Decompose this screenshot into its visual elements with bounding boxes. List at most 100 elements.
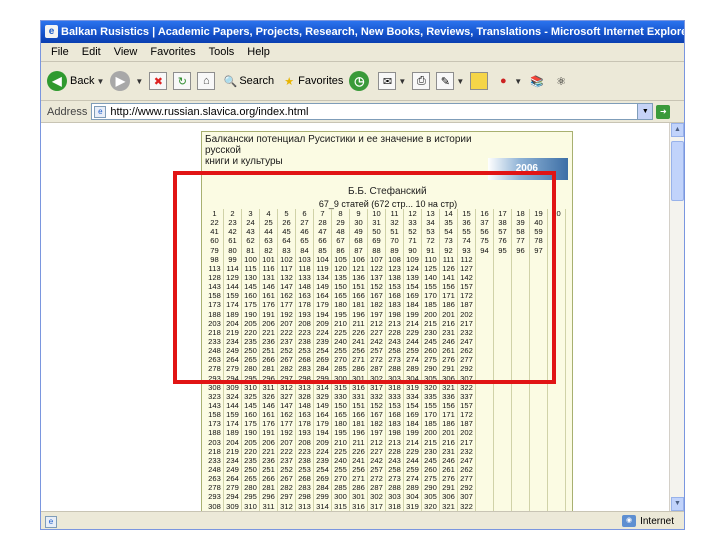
page-link[interactable]: 224 [314,446,332,456]
page-link[interactable]: 286 [350,483,368,493]
page-link[interactable]: 315 [332,501,350,511]
page-link[interactable]: 309 [224,382,242,392]
page-link[interactable]: 307 [458,492,476,502]
page-link[interactable]: 326 [260,391,278,401]
home-button[interactable]: ⌂ [197,72,216,90]
page-link[interactable]: 234 [224,455,242,465]
page-link[interactable]: 253 [296,464,314,475]
page-link[interactable]: 263 [206,474,224,484]
research-button[interactable]: 📚 [528,72,546,90]
page-link[interactable]: 306 [440,492,458,502]
page-link[interactable]: 201 [440,428,458,438]
page-link[interactable]: 239 [314,455,332,465]
page-link[interactable]: 153 [386,400,404,411]
page-link[interactable]: 240 [332,455,350,465]
folder-button[interactable] [470,72,489,90]
menu-tools[interactable]: Tools [209,46,235,58]
page-link[interactable]: 285 [332,483,350,493]
menu-edit[interactable]: Edit [82,46,101,58]
page-link[interactable]: 220 [242,446,260,456]
page-link[interactable]: 309 [224,501,242,511]
page-link[interactable]: 242 [368,455,386,465]
page-link[interactable]: 301 [350,492,368,502]
page-link[interactable]: 294 [224,492,242,502]
page-link[interactable]: 154 [404,400,422,411]
page-link[interactable]: 162 [278,410,296,420]
page-link[interactable]: 237 [278,455,296,465]
page-link[interactable]: 290 [422,483,440,493]
page-link[interactable]: 288 [386,483,404,493]
page-link[interactable]: 194 [314,428,332,438]
scroll-up-icon[interactable]: ▲ [671,123,684,137]
page-link[interactable]: 179 [314,419,332,429]
page-link[interactable]: 243 [386,455,404,465]
page-link[interactable]: 280 [242,483,260,493]
page-link[interactable]: 283 [296,483,314,493]
page-link[interactable]: 155 [422,400,440,411]
page-link[interactable]: 324 [224,391,242,401]
page-link[interactable]: 232 [458,446,476,456]
page-link[interactable]: 323 [206,391,224,401]
page-link[interactable]: 321 [440,382,458,392]
page-link[interactable]: 319 [404,501,422,511]
page-link[interactable]: 282 [278,483,296,493]
page-link[interactable]: 202 [458,428,476,438]
page-link[interactable]: 217 [458,437,476,447]
page-link[interactable]: 272 [368,474,386,484]
page-link[interactable]: 161 [260,410,278,420]
page-link[interactable]: 284 [314,483,332,493]
page-link[interactable]: 177 [278,419,296,429]
stop-button[interactable]: ✖ [149,72,168,90]
page-link[interactable]: 334 [404,391,422,401]
page-link[interactable]: 174 [224,419,242,429]
page-link[interactable]: 333 [386,391,404,401]
page-link[interactable]: 261 [440,464,458,475]
page-link[interactable]: 146 [260,400,278,411]
page-link[interactable]: 185 [422,419,440,429]
page-link[interactable]: 262 [458,464,476,475]
search-button[interactable]: 🔍 Search [221,72,274,90]
page-link[interactable]: 183 [386,419,404,429]
page-link[interactable]: 159 [224,410,242,420]
page-link[interactable]: 168 [386,410,404,420]
mail-button[interactable]: ✉ ▼ [378,72,406,90]
page-link[interactable]: 317 [368,501,386,511]
page-link[interactable]: 310 [242,382,260,392]
page-link[interactable]: 311 [260,382,278,392]
page-link[interactable]: 207 [278,437,296,447]
page-link[interactable]: 216 [440,437,458,447]
page-link[interactable]: 241 [350,455,368,465]
page-link[interactable]: 252 [278,464,296,475]
page-link[interactable]: 311 [260,501,278,511]
page-link[interactable]: 157 [458,400,476,411]
page-link[interactable]: 229 [404,446,422,456]
page-link[interactable]: 314 [314,501,332,511]
page-link[interactable]: 188 [206,428,224,438]
page-link[interactable]: 189 [224,428,242,438]
page-link[interactable]: 225 [332,446,350,456]
page-link[interactable]: 305 [422,492,440,502]
page-link[interactable]: 223 [296,446,314,456]
page-link[interactable]: 231 [440,446,458,456]
page-link[interactable]: 245 [422,455,440,465]
page-link[interactable]: 291 [440,483,458,493]
edit-button[interactable]: ✎ ▼ [436,72,464,90]
page-link[interactable]: 208 [296,437,314,447]
page-link[interactable]: 313 [296,501,314,511]
page-link[interactable]: 257 [368,464,386,475]
page-link[interactable]: 199 [404,428,422,438]
page-link[interactable]: 266 [260,474,278,484]
page-link[interactable]: 230 [422,446,440,456]
print-button[interactable]: ⎙ [412,72,431,90]
page-link[interactable]: 209 [314,437,332,447]
page-link[interactable]: 297 [278,492,296,502]
menu-favorites[interactable]: Favorites [150,46,195,58]
page-link[interactable]: 313 [296,382,314,392]
page-link[interactable]: 214 [404,437,422,447]
forward-button[interactable]: ▶ ▼ [110,71,143,91]
page-link[interactable]: 182 [368,419,386,429]
page-link[interactable]: 244 [404,455,422,465]
page-link[interactable]: 275 [422,474,440,484]
page-link[interactable]: 314 [314,382,332,392]
page-link[interactable]: 144 [224,400,242,411]
